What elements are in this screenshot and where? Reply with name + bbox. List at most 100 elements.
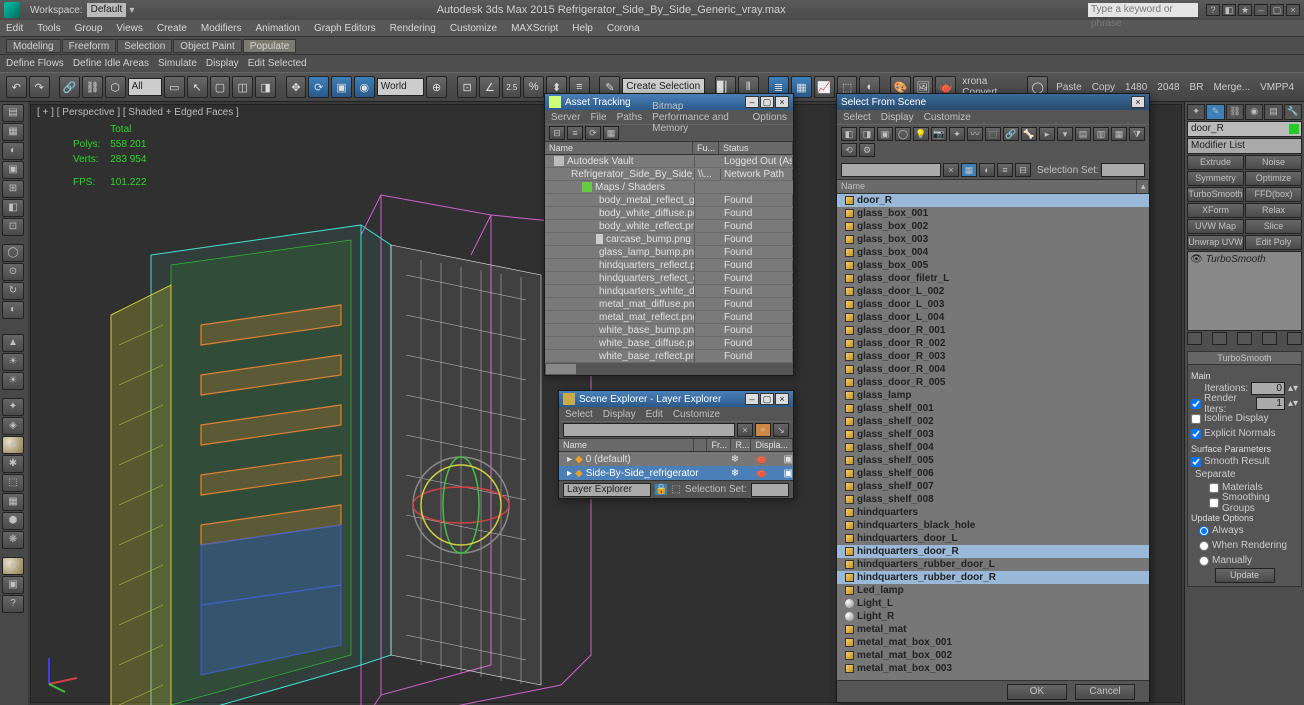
coordinate-system-dropdown[interactable]: World	[377, 78, 424, 96]
left-tool-icon[interactable]: ◈	[2, 417, 24, 435]
left-tool-icon[interactable]: ▦	[2, 493, 24, 511]
asset-row[interactable]: body_white_diffuse.pngFound	[545, 207, 793, 220]
left-tool-icon[interactable]: ↻	[2, 282, 24, 300]
collapse-icon[interactable]: ▾	[1057, 127, 1073, 141]
scene-item[interactable]: hindquarters_door_R	[837, 545, 1149, 558]
ribbon-tool-define-idle-areas[interactable]: Define Idle Areas	[73, 58, 149, 69]
close-button[interactable]: ×	[775, 96, 789, 108]
smooth-result-checkbox[interactable]	[1191, 457, 1201, 467]
left-tool-icon[interactable]: ?	[2, 595, 24, 613]
smoothing-groups-checkbox[interactable]	[1209, 498, 1219, 508]
asset-row[interactable]: body_metal_reflect_glo...Found	[545, 194, 793, 207]
scene-item[interactable]: glass_door_L_004	[837, 311, 1149, 324]
update-manual-radio[interactable]	[1199, 556, 1209, 566]
tab-display[interactable]: ▤	[1264, 104, 1282, 120]
select-button[interactable]: ▭	[164, 76, 185, 98]
menu-corona[interactable]: Corona	[607, 23, 640, 34]
asset-row[interactable]: hindquarters_reflect.pngFound	[545, 259, 793, 272]
object-color-swatch[interactable]	[1289, 124, 1299, 134]
explicit-normals-checkbox[interactable]	[1191, 429, 1201, 439]
list-mode-icon[interactable]: ≡	[997, 163, 1013, 177]
modifier-noise[interactable]: Noise	[1245, 155, 1302, 170]
clear-icon[interactable]: ×	[737, 423, 753, 437]
asset-row[interactable]: body_white_reflect.pngFound	[545, 220, 793, 233]
asset-tracking-window[interactable]: Asset Tracking–▢× ServerFilePathsBitmap …	[544, 93, 794, 376]
freeze-icon[interactable]: ❄	[731, 468, 739, 479]
selection-set-dropdown[interactable]	[1101, 163, 1145, 177]
filter-geom-icon[interactable]: ▣	[877, 127, 893, 141]
list-icon[interactable]: ≡	[567, 126, 583, 140]
asset-row[interactable]: metal_mat_reflect.pngFound	[545, 311, 793, 324]
render-icon[interactable]: 🫖	[755, 468, 767, 479]
clear-search-icon[interactable]: ×	[943, 163, 959, 177]
left-tool-icon[interactable]: ▲	[2, 334, 24, 352]
select-window-icon[interactable]: ◫	[232, 76, 253, 98]
scene-item[interactable]: glass_box_004	[837, 246, 1149, 259]
sync-icon[interactable]: ⟲	[841, 143, 857, 157]
add-to-layer-icon[interactable]: ↘	[773, 423, 789, 437]
scene-item[interactable]: glass_shelf_004	[837, 441, 1149, 454]
pin-stack-icon[interactable]	[1187, 332, 1202, 345]
lock-icon[interactable]: 🔒	[655, 484, 667, 495]
le-menu-item[interactable]: Display	[603, 409, 636, 420]
freeze-icon[interactable]: ❄	[731, 454, 739, 465]
scene-item[interactable]: metal_mat_box_001	[837, 636, 1149, 649]
scene-item[interactable]: Light_R	[837, 610, 1149, 623]
modifier-symmetry[interactable]: Symmetry	[1187, 171, 1244, 186]
left-tool-icon[interactable]: ☀	[2, 353, 24, 371]
left-tool-icon[interactable]: ⊙	[2, 263, 24, 281]
modifier-turbosmooth[interactable]: TurboSmooth	[1187, 187, 1244, 202]
asset-row[interactable]: glass_lamp_bump.pngFound	[545, 246, 793, 259]
left-tool-icon[interactable]: ◐	[2, 142, 24, 160]
cancel-button[interactable]: Cancel	[1075, 684, 1135, 700]
redo-button[interactable]: ↷	[29, 76, 50, 98]
filter-helper-icon[interactable]: ✦	[949, 127, 965, 141]
left-tool-icon[interactable]: ✦	[2, 398, 24, 416]
left-tool-icon[interactable]: ●	[2, 436, 24, 454]
scene-item[interactable]: glass_box_002	[837, 220, 1149, 233]
explorer-type-dropdown[interactable]: Layer Explorer	[563, 483, 651, 497]
menu-animation[interactable]: Animation	[255, 23, 299, 34]
asset-row[interactable]: Maps / Shaders	[545, 181, 793, 194]
titlebar-btn-icon[interactable]: ◧	[1222, 4, 1236, 16]
asset-row[interactable]: Autodesk VaultLogged Out (Asset T	[545, 155, 793, 168]
ribbon-tab-populate[interactable]: Populate	[243, 39, 296, 53]
modifier-list-dropdown[interactable]: Modifier List	[1187, 138, 1302, 154]
scene-item[interactable]: Light_L	[837, 597, 1149, 610]
ribbon-tool-define-flows[interactable]: Define Flows	[6, 58, 64, 69]
minimize-button[interactable]: –	[745, 393, 759, 405]
filter-light-icon[interactable]: 💡	[913, 127, 929, 141]
rotate-button[interactable]: ⟳	[308, 76, 329, 98]
at-menu-item[interactable]: Server	[551, 112, 580, 123]
select-crossing-icon[interactable]: ◨	[255, 76, 276, 98]
iterations-spinner[interactable]: 0	[1251, 382, 1285, 395]
left-tool-icon[interactable]: ●	[2, 557, 24, 575]
at-menu-item[interactable]: File	[590, 112, 606, 123]
left-tool-icon[interactable]: ◧	[2, 199, 24, 217]
filter-icon[interactable]: ◧	[841, 127, 857, 141]
select-none-icon[interactable]: ▥	[1093, 127, 1109, 141]
modifier-uvwmap[interactable]: UVW Map	[1187, 219, 1244, 234]
scene-item[interactable]: glass_door_R_001	[837, 324, 1149, 337]
ribbon-tool-edit-selected[interactable]: Edit Selected	[248, 58, 307, 69]
menu-maxscript[interactable]: MAXScript	[511, 23, 558, 34]
tab-create[interactable]: ✦	[1187, 104, 1205, 120]
titlebar-help-icon[interactable]: ?	[1206, 4, 1220, 16]
object-name-input[interactable]: door_R	[1187, 121, 1302, 137]
asset-row[interactable]: hindquarters_white_dif...Found	[545, 285, 793, 298]
undo-button[interactable]: ↶	[6, 76, 27, 98]
asset-row[interactable]: carcase_bump.pngFound	[545, 233, 793, 246]
workspace-dropdown[interactable]: Default	[87, 3, 127, 17]
render-icon[interactable]: 🫖	[755, 454, 767, 465]
at-menu-item[interactable]: Options	[753, 112, 787, 123]
scene-item[interactable]: hindquarters_black_hole	[837, 519, 1149, 532]
modifier-relax[interactable]: Relax	[1245, 203, 1302, 218]
menu-graph editors[interactable]: Graph Editors	[314, 23, 376, 34]
scene-item[interactable]: glass_door_R_003	[837, 350, 1149, 363]
copy-label[interactable]: Copy	[1088, 82, 1119, 93]
scene-item[interactable]: glass_door_L_003	[837, 298, 1149, 311]
asset-row[interactable]: metal_mat_diffuse.pngFound	[545, 298, 793, 311]
refresh-icon[interactable]: ⟳	[585, 126, 601, 140]
expand-icon[interactable]: ▸	[1039, 127, 1055, 141]
asset-row[interactable]: white_base_reflect.pngFound	[545, 350, 793, 363]
